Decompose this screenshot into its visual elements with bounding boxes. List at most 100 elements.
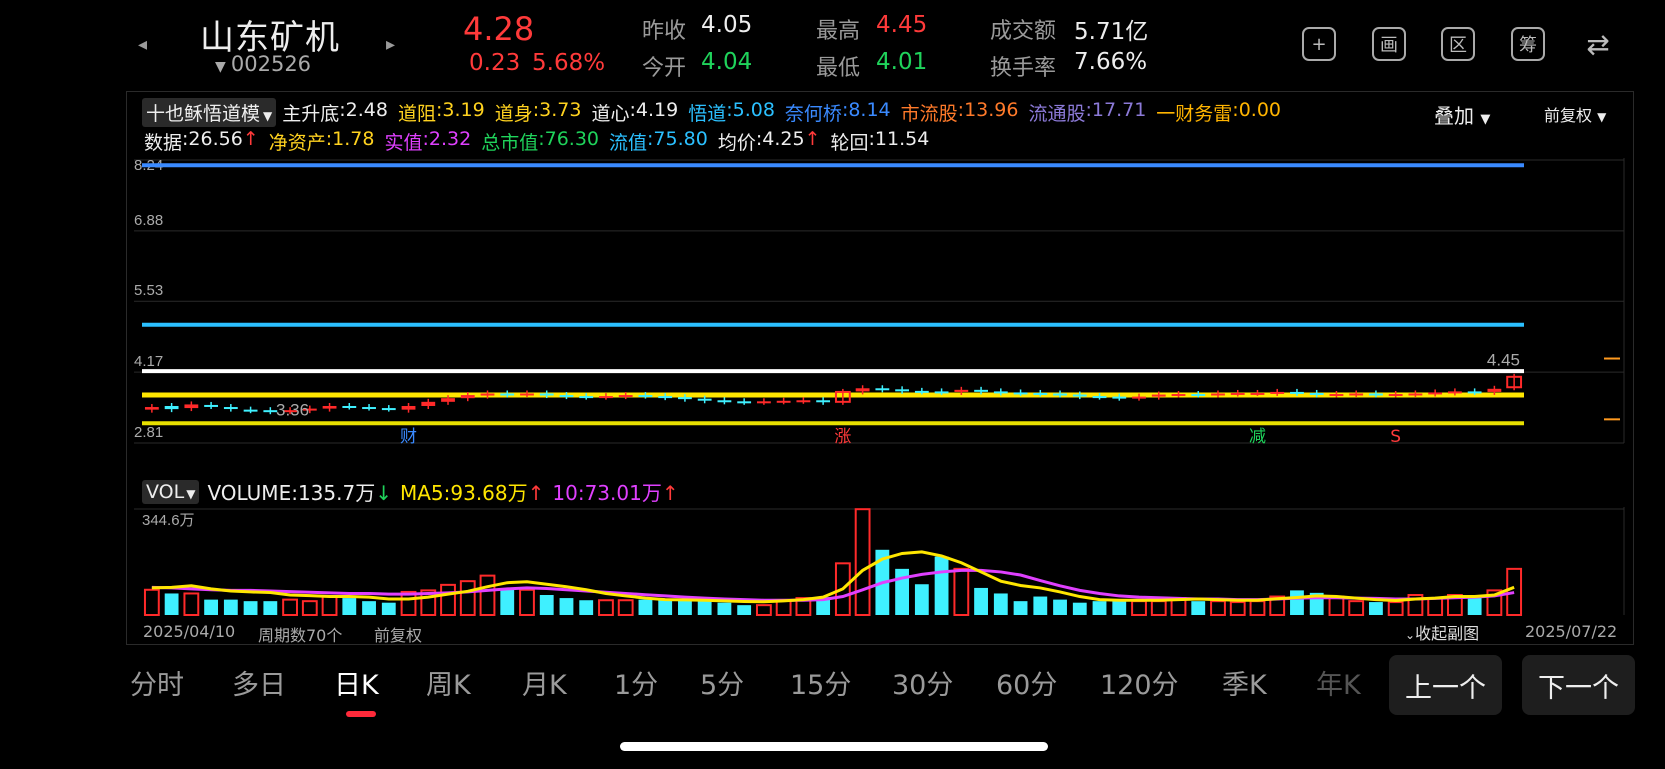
timeframe-tabs: 分时 多日 日K 周K 月K 1分 5分 15分 30分 60分 120分 季K 年K	[0, 663, 1380, 717]
indicator2-2: 实值	[384, 132, 423, 154]
candle	[539, 393, 554, 396]
event-marker[interactable]: 涨	[834, 427, 851, 447]
indicator-selector[interactable]: 十也稣悟道模 ▼	[142, 98, 277, 127]
candle	[460, 395, 475, 399]
stock-code: 002526	[230, 52, 312, 76]
stock-code-group[interactable]: ▼ 002526	[215, 52, 311, 76]
indicator2-value-1: :1.78	[325, 128, 375, 150]
candle	[1408, 393, 1423, 396]
volume-bar	[914, 584, 929, 615]
timeframe-tab[interactable]: 30分	[892, 663, 953, 702]
timeframe-tab[interactable]: 分时	[130, 663, 184, 702]
current-price: 4.28	[463, 10, 535, 48]
volume-bar	[1427, 597, 1444, 616]
candle	[1329, 394, 1344, 397]
indicator-value-8: :0.00	[1232, 99, 1282, 121]
indicator2-4: 流值	[609, 132, 648, 154]
indicator-value-1: :3.19	[436, 99, 485, 121]
indicator2-value-6: :11.54	[868, 128, 930, 150]
candle	[1072, 394, 1087, 397]
indicator2-value-5: :4.25	[755, 128, 805, 150]
timeframe-tab[interactable]: 1分	[614, 663, 658, 702]
candle	[1132, 396, 1146, 399]
candle	[1151, 394, 1166, 397]
volume-chart[interactable]: 344.6万	[126, 507, 1634, 619]
stat-label-turnover-amount: 成交额	[990, 19, 1057, 44]
next-stock-button[interactable]: 下一个	[1522, 655, 1635, 715]
collapse-subchart-button[interactable]: ⌄收起副图	[1405, 620, 1479, 644]
candle	[914, 390, 929, 393]
y-axis-label: 4.17	[134, 353, 163, 370]
trend-up-icon: ↑	[804, 128, 821, 150]
next-stock-arrow-icon[interactable]: ▸	[386, 34, 395, 55]
timeframe-tab[interactable]: 15分	[790, 663, 851, 702]
timeframe-tab[interactable]: 多日	[232, 663, 286, 702]
volume-value: VOLUME:135.7万↓	[207, 481, 392, 505]
timeframe-tab[interactable]: 120分	[1100, 663, 1179, 702]
candle	[1191, 394, 1206, 397]
volume-bar	[1467, 596, 1482, 615]
overlay-dropdown[interactable]: 叠加 ▼	[1434, 100, 1490, 129]
candle	[638, 395, 653, 398]
indicator-8: 一财务雷	[1156, 103, 1233, 125]
range-icon[interactable]: 区	[1441, 27, 1475, 61]
stat-value-high: 4.45	[876, 12, 928, 38]
volume-bar	[755, 604, 772, 616]
volume-bar	[183, 592, 200, 616]
indicator-6: 市流股	[900, 103, 958, 125]
volume-bar	[362, 601, 376, 615]
stat-value-open: 4.04	[701, 49, 753, 75]
caret-down-icon: ▼	[215, 59, 226, 75]
indicator2-value-0: :26.56	[182, 128, 243, 150]
volume-bar	[598, 599, 614, 616]
candle	[934, 391, 949, 394]
candle	[954, 389, 969, 392]
candle	[362, 407, 376, 410]
indicator-5: 奈何桥	[784, 103, 842, 125]
timeframe-tab[interactable]: 年K	[1316, 663, 1361, 702]
timeframe-tab[interactable]: 5分	[700, 663, 744, 702]
stat-label-prev-close: 昨收	[642, 19, 687, 44]
candle	[1092, 396, 1107, 399]
volume-bar	[321, 595, 338, 616]
candle	[1369, 393, 1383, 396]
candle	[1033, 392, 1048, 395]
candle	[717, 400, 732, 403]
timeframe-tab[interactable]: 日K	[334, 663, 379, 702]
indicator-value-2: :3.73	[532, 99, 582, 121]
candle	[855, 388, 870, 392]
candle	[441, 398, 455, 402]
adjust-dropdown[interactable]: 前复权 ▼	[1544, 102, 1606, 126]
event-marker[interactable]: 减	[1249, 427, 1266, 447]
candle	[1211, 393, 1225, 396]
volume-bar	[974, 587, 988, 615]
active-tab-indicator	[346, 711, 376, 717]
screen-icon[interactable]: 画	[1372, 27, 1406, 61]
candle	[342, 405, 357, 408]
volume-bar	[479, 574, 496, 617]
candle	[1290, 391, 1304, 394]
price-chart[interactable]: 8.246.885.534.172.81财涨减S3.364.45	[126, 158, 1634, 472]
volume-bar	[697, 601, 712, 615]
candle	[618, 395, 633, 398]
timeframe-tab[interactable]: 60分	[996, 663, 1057, 702]
event-marker[interactable]: S	[1390, 427, 1401, 447]
indicator-value-3: :4.19	[629, 99, 679, 121]
rotate-screen-icon[interactable]: ⇄	[1581, 27, 1615, 61]
indicator-3: 道心	[591, 103, 630, 125]
chip-icon[interactable]: 筹	[1511, 27, 1545, 61]
timeframe-tab[interactable]: 月K	[522, 663, 567, 702]
prev-stock-button[interactable]: 上一个	[1389, 655, 1502, 715]
volume-bar	[1131, 600, 1147, 617]
plus-icon[interactable]: +	[1302, 27, 1336, 61]
caret-down-icon: ▼	[1480, 112, 1491, 127]
timeframe-tab[interactable]: 周K	[426, 663, 471, 702]
timeframe-tab[interactable]: 季K	[1222, 663, 1267, 702]
volume-bar	[1229, 601, 1246, 616]
candle	[895, 389, 910, 392]
home-indicator	[620, 742, 1048, 751]
event-marker[interactable]: 财	[400, 427, 417, 447]
volume-selector[interactable]: VOL ▼	[142, 479, 200, 504]
candle	[421, 401, 436, 406]
prev-stock-arrow-icon[interactable]: ◂	[138, 34, 147, 55]
